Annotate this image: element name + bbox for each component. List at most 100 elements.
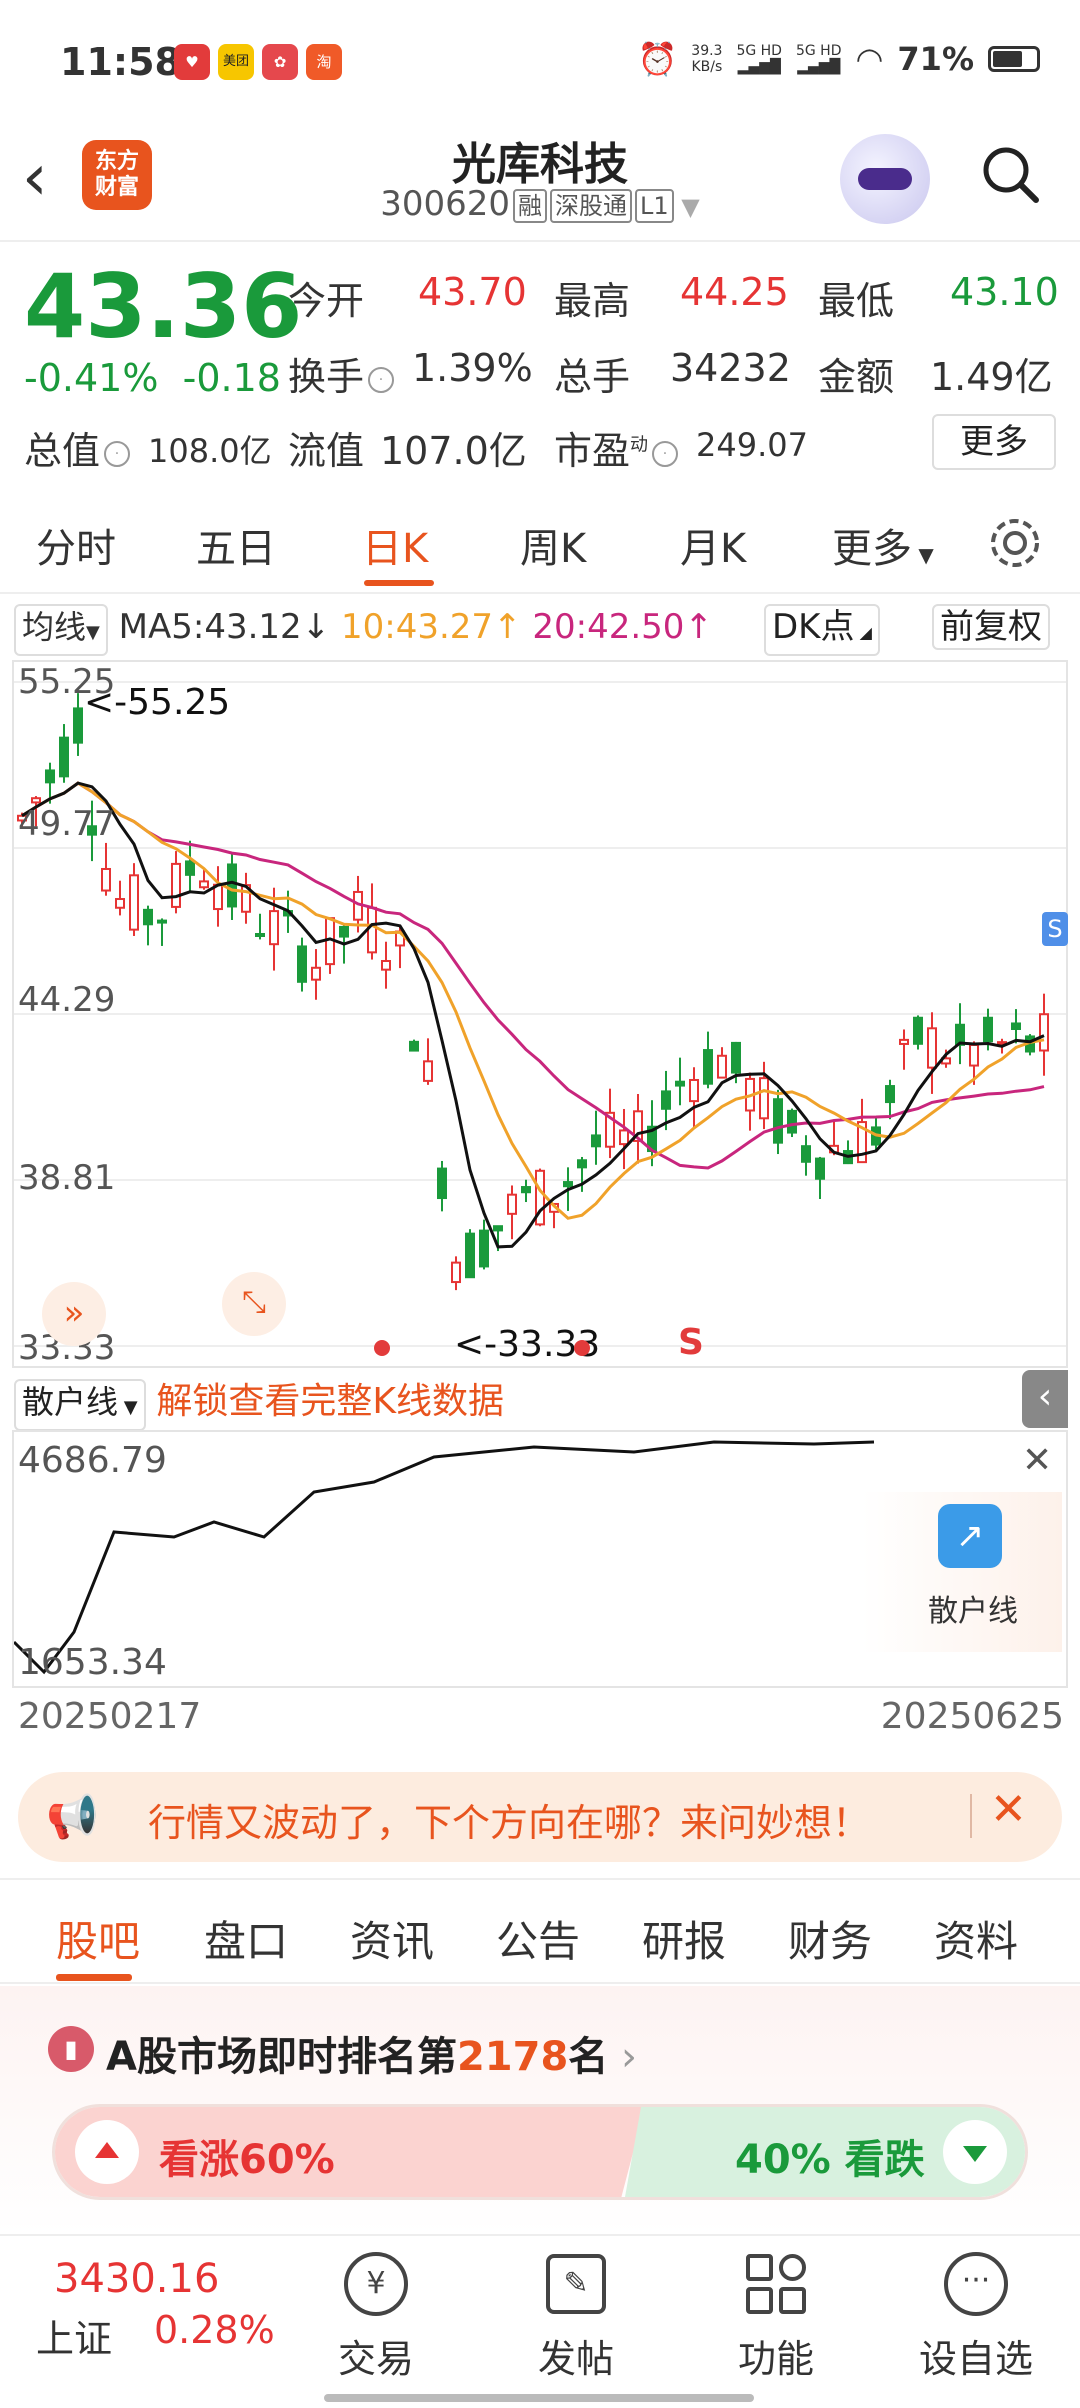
candle-body (409, 1040, 419, 1052)
mcap-label: 总值 · (24, 420, 134, 475)
stock-header: ‹ 东方 财富 光库科技 300620 融深股通 L1 ▼ (0, 120, 1080, 242)
y-tick-2: 49.77 (18, 804, 116, 844)
candle-body (521, 1186, 531, 1194)
expand-left-icon[interactable]: » (42, 1282, 106, 1346)
ma5-value: MA5:43.12↓ (118, 607, 331, 647)
assistant-robot-icon[interactable] (840, 134, 930, 224)
index-change[interactable]: 0.28% (154, 2308, 275, 2352)
candle-body (451, 1261, 461, 1284)
high-label: 最高 (554, 279, 631, 323)
close-icon[interactable]: ✕ (1022, 1440, 1052, 1481)
candle-body (689, 1078, 699, 1103)
candle-body (773, 1098, 783, 1144)
more-quote-button[interactable]: 更多 (932, 414, 1056, 470)
candle-body (269, 910, 279, 946)
tab-profile[interactable]: 资料 (934, 1908, 1018, 1969)
index-name[interactable]: 上证 (36, 2308, 112, 2363)
content-tabs: 股吧 盘口 资讯 公告 研报 财务 资料 (0, 1878, 1080, 1984)
vote-down-button[interactable] (943, 2120, 1007, 2184)
app-notification-icon: 淘 (306, 44, 342, 80)
ma-selector[interactable]: 均线▼ (14, 604, 108, 656)
amount-value: 1.49亿 (930, 355, 1053, 399)
open-label: 今开 (288, 279, 365, 323)
candle-body (157, 919, 167, 924)
candle-body (717, 1054, 727, 1079)
signal-1: 5G HD ▂▄▆█ (736, 43, 782, 75)
settings-gear-icon[interactable] (986, 514, 1044, 572)
dk-point-button[interactable]: DK点 ◢ (764, 604, 880, 656)
volume-label: 总手 (554, 355, 631, 399)
turnover-label: 换手 · (288, 346, 398, 401)
tab-more[interactable]: 更多 ▼ (832, 516, 934, 574)
nav-add-watchlist-label: 设自选 (918, 2337, 1033, 2381)
mcap-value: 108.0亿 (148, 432, 272, 470)
home-indicator (324, 2394, 754, 2402)
candle-body (437, 1167, 447, 1200)
fullscreen-icon[interactable]: ⤡ (222, 1272, 286, 1336)
battery-icon (988, 46, 1040, 72)
k-line-chart[interactable]: 55.25 49.77 44.29 38.81 33.33 <-55.25 <-… (12, 660, 1068, 1368)
status-bar: 11:58 ♥ 美团 ✿ 淘 ⏰ 39.3 KB/s 5G HD ▂▄▆█ 5G H… (0, 0, 1080, 120)
unlock-link[interactable]: 解锁查看完整K线数据 (156, 1381, 504, 1422)
nav-post[interactable]: ✎ 发帖 (506, 2244, 646, 2394)
retail-badge-label: 散户线 (928, 1594, 1018, 1629)
nav-functions-label: 功能 (737, 2337, 814, 2381)
period-tabs: 分时 五日 日K 周K 月K 更多 ▼ (0, 494, 1080, 594)
promo-close-icon[interactable]: ✕ (990, 1784, 1027, 1835)
adjust-button[interactable]: 前复权 (932, 604, 1050, 650)
promo-divider (970, 1794, 972, 1838)
turnover-value: 1.39% (412, 346, 533, 390)
rank-link[interactable]: A股市场即时排名第2178名 › (106, 2024, 637, 2082)
candle-body (143, 908, 153, 926)
candle-body (479, 1229, 489, 1268)
post-edit-icon: ✎ (546, 2254, 606, 2314)
tab-announcements[interactable]: 公告 (496, 1908, 580, 1969)
nav-trade[interactable]: ¥ 交易 (306, 2244, 446, 2394)
tab-intraday[interactable]: 分时 (36, 516, 116, 574)
signal-dot (374, 1340, 390, 1356)
candle-body (199, 880, 209, 889)
bullish-section[interactable] (55, 2107, 645, 2197)
tab-weekly-k[interactable]: 周K (520, 516, 586, 574)
nav-functions[interactable]: 功能 (706, 2244, 846, 2394)
promo-text: 行情又波动了，下个方向在哪？来问妙想！ (148, 1801, 871, 1845)
bottom-nav: 3430.16 上证 0.28% ¥ 交易 ✎ 发帖 功能 ··· 设自选 (0, 2234, 1080, 2408)
retail-badge[interactable]: ↗ 散户线 (862, 1492, 1062, 1652)
tab-research[interactable]: 研报 (642, 1908, 726, 1969)
candle-body (1039, 1013, 1049, 1052)
candle-body (129, 874, 139, 931)
max-price-label: <-55.25 (84, 682, 231, 723)
index-value[interactable]: 3430.16 (54, 2256, 219, 2302)
candle-body (465, 1232, 475, 1279)
end-date: 20250625 (880, 1696, 1064, 1737)
tab-finance[interactable]: 财务 (788, 1908, 872, 1969)
status-right: ⏰ 39.3 KB/s 5G HD ▂▄▆█ 5G HD ▂▄▆█ ◠ 71% (637, 40, 1040, 78)
tab-five-day[interactable]: 五日 (196, 516, 276, 574)
candle-body (59, 736, 69, 778)
tab-monthly-k[interactable]: 月K (680, 516, 746, 574)
candle-body (73, 707, 83, 744)
nav-trade-label: 交易 (337, 2337, 414, 2381)
tab-guba[interactable]: 股吧 (56, 1908, 140, 1969)
tab-news[interactable]: 资讯 (350, 1908, 434, 1969)
indicator-selector[interactable]: 散户线 ▼ (14, 1379, 146, 1431)
collapse-panel-icon[interactable]: ‹ (1022, 1370, 1068, 1428)
y-tick-3: 44.29 (18, 980, 116, 1020)
bullish-label: 看涨60% (159, 2137, 335, 2183)
candle-body (227, 863, 237, 908)
bearish-label: 40% 看跌 (735, 2137, 925, 2183)
app-notification-icon: ✿ (262, 44, 298, 80)
tab-pankou[interactable]: 盘口 (204, 1908, 288, 1969)
retail-line-chart[interactable]: 4686.79 1653.34 ✕ ↗ 散户线 (12, 1430, 1068, 1688)
vote-up-button[interactable] (75, 2120, 139, 2184)
ai-promo-banner[interactable]: 📢 行情又波动了，下个方向在哪？来问妙想！ ✕ (18, 1772, 1062, 1862)
search-icon[interactable] (978, 142, 1042, 206)
battery-percent: 71% (897, 40, 974, 78)
flag-marker[interactable]: S (1042, 912, 1068, 946)
nav-add-watchlist[interactable]: ··· 设自选 (906, 2244, 1046, 2394)
meituan-notification-icon: 美团 (218, 44, 254, 80)
candle-body (423, 1060, 433, 1082)
candle-body (577, 1159, 587, 1169)
candle-body (969, 1043, 979, 1067)
tab-daily-k[interactable]: 日K (362, 516, 428, 574)
